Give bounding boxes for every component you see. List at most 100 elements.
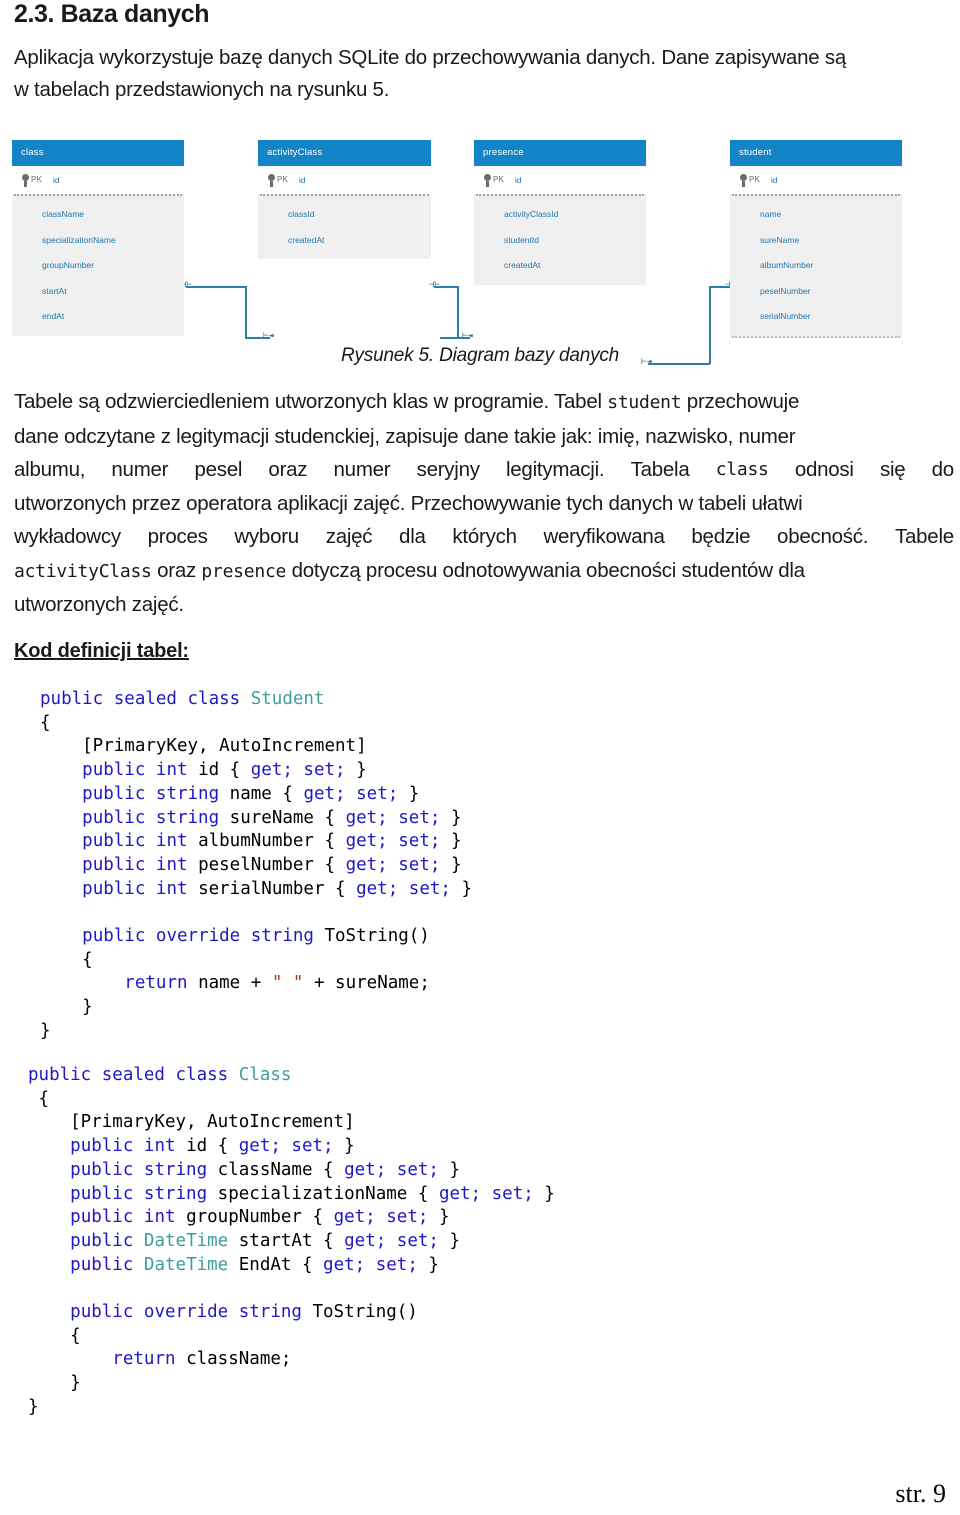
er-table-student-fields: name sureName albumNumber peselNumber se… — [730, 196, 902, 336]
er-table-activityclass-pk-row: PK id — [258, 166, 431, 194]
code-token: serialNumber { — [198, 878, 357, 899]
code-token: get; set; — [344, 1159, 439, 1180]
code-token: get; set; — [333, 1207, 429, 1228]
code-line: } — [40, 996, 960, 1020]
er-table-presence[interactable]: presence PK id activityClassId studentId… — [474, 140, 646, 285]
code-line: public string className { get; set; } — [28, 1159, 958, 1183]
er-field: createdAt — [504, 260, 541, 270]
body-line-5: wykładowcy proces wyboru zajęć dla który… — [14, 520, 954, 554]
code-token: public sealed class — [40, 689, 251, 709]
code-token: get; set; — [438, 1183, 534, 1204]
code-line: } — [40, 1020, 960, 1044]
figure-caption: Rysunek 5. Diagram bazy danych — [340, 345, 620, 366]
code-token: get; set; — [250, 760, 346, 781]
er-field: name — [760, 209, 782, 219]
er-field: activityClassId — [504, 209, 559, 219]
body-line-1: Tabele są odzwierciedleniem utworzonych … — [14, 385, 954, 420]
code-token: public string — [70, 1159, 218, 1180]
code-line: public string name { get; set; } — [40, 783, 960, 807]
code-token: } — [345, 760, 367, 781]
body-word: legitymacji. — [505, 458, 605, 481]
body-line-7: utworzonych zajęć. — [14, 593, 184, 616]
code-token: public — [70, 1230, 144, 1251]
code-line: } — [28, 1396, 958, 1420]
code-line: [PrimaryKey, AutoIncrement] — [40, 735, 960, 759]
crowfoot-activity-one: ⊣⊢ — [429, 280, 440, 290]
body-word: albumu, — [14, 458, 86, 481]
body-line-4: utworzonych przez operatora aplikacji za… — [14, 491, 803, 515]
er-table-class[interactable]: class PK id className specializationName… — [12, 140, 184, 336]
pk-badge: PK — [749, 175, 761, 184]
code-line: } — [28, 1372, 958, 1396]
code-line: { — [28, 1325, 958, 1349]
code-token: groupNumber { — [186, 1207, 334, 1228]
body-text: przechowuje — [681, 390, 800, 413]
code-line: public int albumNumber { get; set; } — [40, 830, 960, 854]
code-token: public override string — [82, 926, 325, 947]
code-line: { — [28, 1088, 958, 1112]
connector-class-activity-v — [245, 286, 247, 338]
code-token: id { — [186, 1136, 239, 1157]
body-word: zajęć — [325, 525, 373, 548]
code-token: id { — [198, 760, 251, 781]
code-token: public int — [82, 760, 199, 781]
code-line: public int peselNumber { get; set; } — [40, 854, 960, 878]
body-word: seryjny — [416, 458, 480, 481]
code-token: sureName { — [229, 807, 346, 828]
code-token: get; set; — [344, 1230, 439, 1251]
connector-class-activity-h1 — [186, 286, 246, 288]
er-table-activityclass-fields: classId createdAt — [258, 196, 431, 259]
body-text: dotyczą procesu odnotowywania obecności … — [286, 558, 806, 582]
code-token: public override string — [70, 1302, 313, 1323]
code-token: get; set; — [356, 878, 451, 899]
code-token: name { — [229, 783, 304, 804]
code-line: return name + " " + sureName; — [40, 972, 960, 996]
code-token: get; set; — [303, 783, 399, 804]
code-token: [PrimaryKey, AutoIncrement] — [28, 1112, 355, 1133]
body-line-3: albumu, numer pesel oraz numer seryjny l… — [14, 453, 954, 487]
body-word: weryfikowana — [543, 525, 665, 548]
crowfoot-activity-many: ⊢◄ — [263, 331, 274, 341]
code-token: public int — [82, 831, 199, 852]
body-word: oraz — [268, 458, 308, 481]
code-token: } — [438, 1230, 461, 1251]
code-token: } — [40, 1020, 51, 1041]
page-footer: str. 9 — [895, 1479, 946, 1508]
code-token: public int — [82, 878, 199, 899]
er-table-presence-title: presence — [474, 140, 646, 166]
code-token: DateTime — [143, 1254, 229, 1275]
body-word: obecność. — [777, 525, 869, 548]
er-table-class-pk-field: id — [53, 175, 60, 185]
body-text: Tabele są odzwierciedleniem utworzonych … — [14, 390, 608, 413]
page-title: 2.3. Baza danych — [14, 0, 210, 28]
code-token: get; set; — [345, 854, 441, 875]
body-word: wyboru — [234, 525, 299, 548]
er-field: className — [42, 209, 85, 219]
er-table-presence-pk-row: PK id — [474, 166, 646, 194]
code-token: } — [533, 1183, 555, 1204]
code-token: className; — [186, 1349, 292, 1370]
body-word: Tabela — [630, 458, 690, 481]
er-table-student[interactable]: student PK id name sureName albumNumber … — [730, 140, 902, 338]
er-field: studentId — [504, 234, 539, 245]
code-token: get; set; — [345, 831, 441, 852]
code-token: } — [333, 1136, 355, 1157]
code-token: public string — [70, 1183, 218, 1204]
intro-line-1: Aplikacja wykorzystuje bazę danych SQLit… — [14, 46, 846, 69]
code-token: albumNumber { — [198, 831, 346, 852]
er-diagram-figure: ⊣⊢ ⊢◄ ⊣⊢ ⊢◄ ⊢◄ ⊣⊢ class PK id className … — [0, 132, 960, 367]
code-line: [PrimaryKey, AutoIncrement] — [28, 1111, 958, 1135]
code-token: } — [398, 783, 420, 804]
inline-code-student: student — [607, 392, 682, 413]
document-page: 2.3. Baza danych Aplikacja wykorzystuje … — [0, 0, 960, 1515]
er-footline — [732, 335, 900, 338]
code-token: + sureName; — [303, 973, 430, 994]
er-table-student-pk-row: PK id — [730, 166, 902, 194]
er-table-activityclass[interactable]: activityClass PK id classId createdAt — [258, 140, 431, 259]
